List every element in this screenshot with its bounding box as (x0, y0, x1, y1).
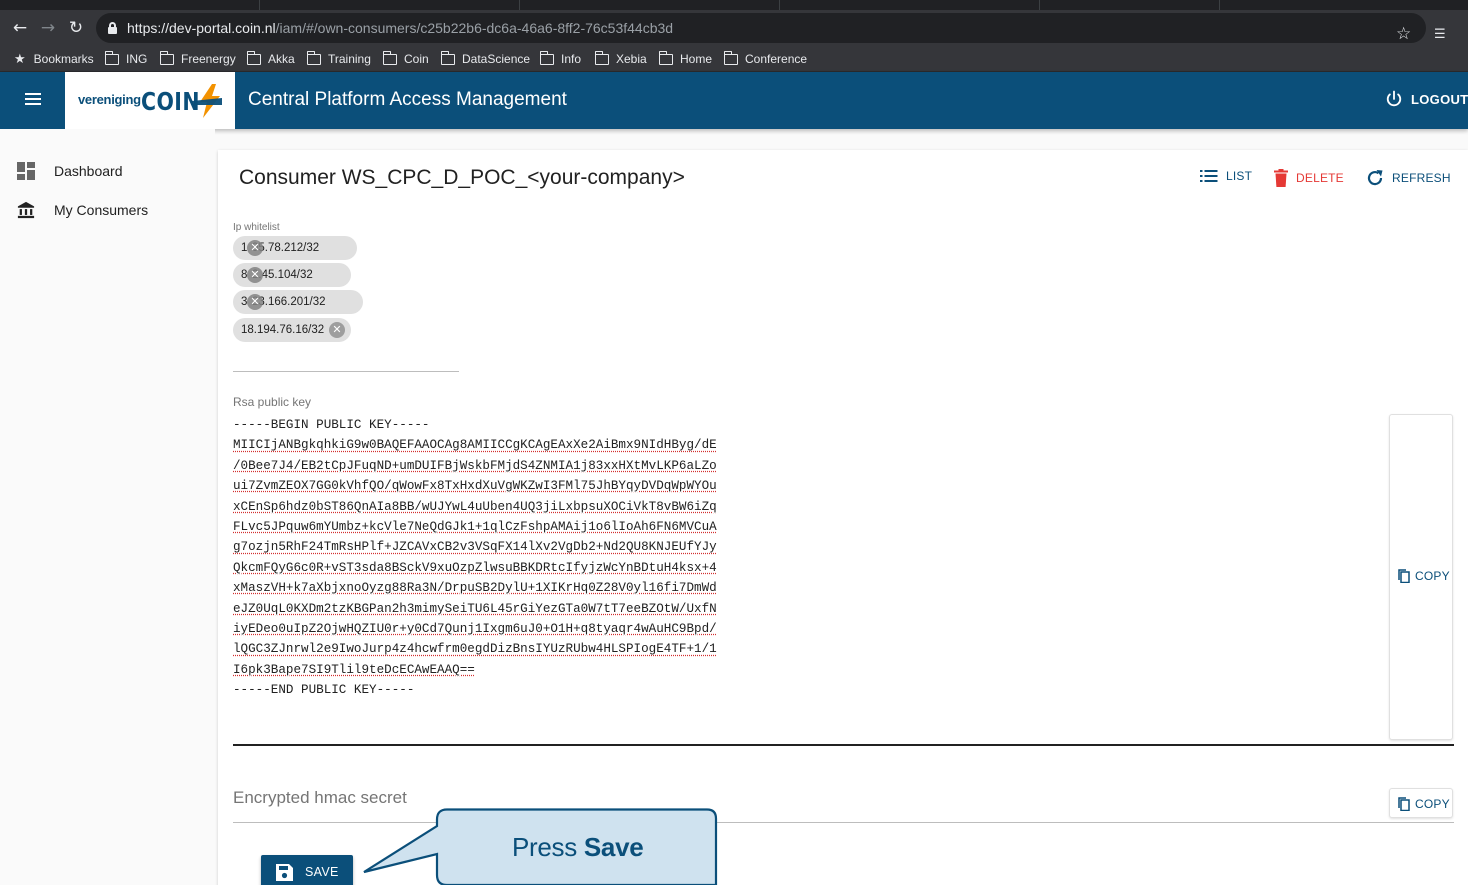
bookmark-folder-freenergy[interactable]: Freenergy (159, 50, 236, 68)
rsa-key-line: -----END PUBLIC KEY----- (233, 683, 415, 698)
browser-tab[interactable] (780, 0, 1040, 10)
ip-whitelist-input-underline[interactable] (233, 371, 459, 372)
ip-chip[interactable]: 3 23.166.201/32 ✕ (233, 290, 363, 314)
lock-icon[interactable] (108, 22, 117, 34)
rsa-copy-panel: COPY (1389, 414, 1453, 740)
logo-prefix: vereniging (78, 92, 141, 107)
folder-icon (104, 50, 119, 65)
callout-text: Press Save (512, 832, 644, 862)
browser-tab[interactable] (1040, 0, 1220, 10)
rsa-key-line: /0Bee7J4/EB2tCpJFuqND+umDUIFBjWskbFMjdS4… (233, 458, 717, 473)
copy-icon (1398, 797, 1410, 811)
rsa-key-line: eJZ0UqL0KXDm2tzKBGPan2h3mimySeiTU6L45rGi… (233, 601, 717, 616)
rsa-key-line: xCEnSp6hdz0bST86QnAIa8BB/wUJYwL4uUben4UQ… (233, 499, 717, 514)
app-header: vereniging COIN Central Platform Access … (0, 72, 1468, 129)
remove-chip-icon[interactable]: ✕ (329, 322, 345, 338)
remove-chip-icon[interactable]: ✕ (247, 294, 263, 310)
folder-icon (306, 50, 321, 65)
ip-whitelist-label: Ip whitelist (233, 222, 280, 233)
ip-chip[interactable]: 8 2.45.104/32 ✕ (233, 263, 351, 287)
bookmark-folder-xebia[interactable]: Xebia (594, 50, 647, 68)
consumer-detail-card: Consumer WS_CPC_D_POC_<your-company> LIS… (218, 150, 1468, 885)
browser-tab[interactable] (260, 0, 520, 10)
star-icon: ★ (14, 51, 26, 67)
copy-hmac-button[interactable]: COPY (1398, 797, 1450, 811)
rsa-key-line: lQGC3ZJnrwl2e9IwoJurp4z4hcwfrm0egdDizBns… (233, 642, 717, 657)
refresh-button[interactable]: REFRESH (1366, 169, 1451, 187)
folder-icon (382, 50, 397, 65)
sidebar-item-label: Dashboard (54, 163, 123, 179)
hmac-copy-panel: COPY (1389, 788, 1453, 818)
forward-arrow-icon[interactable]: → (36, 16, 60, 40)
folder-icon (594, 50, 609, 65)
trash-icon (1274, 169, 1288, 187)
copy-icon (1398, 569, 1410, 583)
page-title: Consumer WS_CPC_D_POC_<your-company> (239, 166, 685, 189)
rsa-key-line: iyEDeo0uIpZ2OjwHQZIU0r+y0Cd7Qunj1Ixgm6uJ… (233, 622, 717, 637)
delete-button[interactable]: DELETE (1274, 169, 1344, 187)
save-button[interactable]: SAVE (261, 855, 353, 885)
url-text[interactable]: https://dev-portal.coin.nl/iam/#/own-con… (127, 20, 673, 36)
rsa-key-line: MIICIjANBgkqhkiG9w0BAQEFAAOCAg8AMIICCgKC… (233, 438, 717, 453)
sidebar-item-label: My Consumers (54, 202, 149, 218)
remove-chip-icon[interactable]: ✕ (247, 267, 263, 283)
ip-chip[interactable]: 18.194.76.16/32 ✕ (233, 318, 351, 342)
sidebar-item-my-consumers[interactable]: My Consumers (0, 192, 215, 228)
browser-tab[interactable] (520, 0, 780, 10)
browser-toolbar: ← → ↻ https://dev-portal.coin.nl/iam/#/o… (0, 10, 1468, 45)
hamburger-menu-icon[interactable] (25, 93, 41, 107)
bookmark-item-bookmarks[interactable]: ★ Bookmarks (14, 50, 94, 68)
bookmark-folder-conference[interactable]: Conference (723, 50, 807, 68)
bookmark-folder-coin[interactable]: Coin (382, 50, 429, 68)
rsa-key-line: g7ozjn5RhF24TmRsHPlf+JZCAVxCB2v3VSqFX14l… (233, 540, 717, 555)
list-button[interactable]: LIST (1200, 169, 1252, 183)
bookmark-folder-akka[interactable]: Akka (246, 50, 295, 68)
rsa-public-key-label: Rsa public key (233, 395, 312, 409)
sidebar: Dashboard My Consumers (0, 129, 215, 885)
incognito-icon[interactable]: ☰ (1434, 28, 1446, 41)
remove-chip-icon[interactable]: ✕ (247, 240, 263, 256)
app-title: Central Platform Access Management (248, 89, 567, 110)
copy-rsa-button[interactable]: COPY (1398, 569, 1450, 583)
rsa-key-line: -----BEGIN PUBLIC KEY----- (233, 418, 430, 432)
bookmark-folder-training[interactable]: Training (306, 50, 371, 68)
rsa-key-line: ui7ZvmZEOX7GG0kVhfQO/qWowFx8TxHxdXuVgWKZ… (233, 479, 717, 494)
logout-button[interactable]: LOGOUT (1384, 89, 1468, 109)
bank-icon (17, 201, 35, 219)
bookmark-folder-info[interactable]: Info (539, 50, 581, 68)
bookmarks-bar: ★ Bookmarks ING Freenergy Akka Training C… (0, 45, 1468, 72)
folder-icon (539, 50, 554, 65)
reload-icon[interactable]: ↻ (64, 16, 88, 40)
rsa-key-line: FLvc5JPquw6mYUmbz+kcVle7NeQdGJk1+1qlCzFs… (233, 520, 717, 535)
browser-tab[interactable] (0, 0, 260, 10)
folder-icon (246, 50, 261, 65)
logo: vereniging COIN (65, 72, 235, 129)
floppy-disk-icon (276, 863, 293, 881)
bookmark-star-icon[interactable]: ☆ (1396, 26, 1411, 43)
lightning-bolt-icon (192, 84, 222, 118)
bookmark-folder-datascience[interactable]: DataScience (440, 50, 530, 68)
folder-icon (723, 50, 738, 65)
rsa-key-line: QkcmFQyG6c0R+vST3sda8BSckV9xuOzpZlwsuBBK… (233, 560, 717, 575)
folder-icon (658, 50, 673, 65)
bookmark-folder-ing[interactable]: ING (104, 50, 147, 68)
rsa-public-key-textarea[interactable]: -----BEGIN PUBLIC KEY----- MIICIjANBgkqhk… (233, 415, 717, 701)
rsa-input-underline (233, 744, 1454, 746)
sidebar-item-dashboard[interactable]: Dashboard (0, 153, 215, 189)
list-icon (1200, 170, 1218, 182)
browser-tabstrip (0, 0, 1468, 10)
back-arrow-icon[interactable]: ← (8, 16, 32, 40)
address-bar[interactable]: https://dev-portal.coin.nl/iam/#/own-con… (96, 13, 1426, 43)
bookmark-folder-home[interactable]: Home (658, 50, 712, 68)
power-icon (1386, 90, 1402, 107)
refresh-icon (1367, 170, 1383, 186)
folder-icon (159, 50, 174, 65)
dashboard-icon (17, 162, 35, 180)
folder-icon (440, 50, 455, 65)
rsa-key-line: xMaszVH+k7aXbjxnoOyzg88Ra3N/DrpuSB2DylU+… (233, 581, 717, 596)
ip-chip[interactable]: 1 95.78.212/32 ✕ (233, 236, 357, 260)
rsa-key-line: I6pk3Bape7SI9Tlil9teDcECAwEAAQ== (233, 662, 475, 677)
